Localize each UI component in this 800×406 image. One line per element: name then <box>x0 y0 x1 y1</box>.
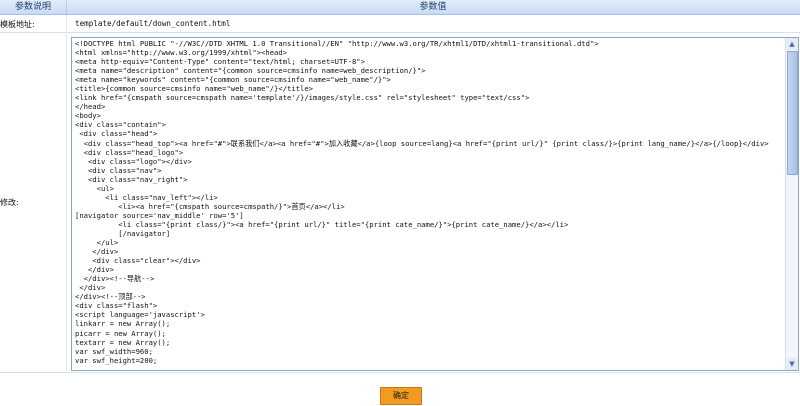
code-line: <div class="head_top"><a href="#">联系我们</… <box>75 138 769 148</box>
code-line: [navigator source='nav_middle' row='5'] <box>75 210 244 220</box>
code-line: <meta name="keywords" content="{common s… <box>75 75 391 85</box>
code-line: [/navigator] <box>75 228 171 238</box>
code-line: textarr = new Array(); <box>75 337 171 347</box>
scroll-thumb[interactable] <box>787 51 798 175</box>
header-label-column: 参数说明 <box>14 2 51 12</box>
editor-label: 修改: <box>0 198 19 207</box>
code-line: <ul> <box>75 183 114 193</box>
code-line: <div class="flash"> <box>75 301 158 311</box>
code-line: <title>{common source=cmsinfo name="web_… <box>75 84 313 94</box>
template-code-editor[interactable]: <!DOCTYPE html PUBLIC "-//W3C//DTD XHTML… <box>71 37 799 371</box>
code-line: <div class="clear"></div> <box>75 256 201 266</box>
table-header: 参数说明 参数值 <box>0 0 800 15</box>
code-line: var swf_height=200; <box>75 355 158 365</box>
code-line: <li><a href="{cmspath source=cmspath/}">… <box>75 201 345 211</box>
code-line: var swf_width=960; <box>75 346 153 356</box>
scroll-down-icon[interactable]: ▼ <box>786 358 798 370</box>
code-line: <div class="head_logo"> <box>75 147 184 157</box>
code-line: <!DOCTYPE html PUBLIC "-//W3C//DTD XHTML… <box>75 39 599 48</box>
code-line: <div class="nav_right"> <box>75 174 188 184</box>
code-line: </head> <box>75 102 106 112</box>
code-line: <div class="nav"> <box>75 165 162 175</box>
code-line: <html xmlns="http://www.w3.org/1999/xhtm… <box>75 48 288 58</box>
code-line: <script language='javascript'> <box>75 310 205 320</box>
code-line: </div> <box>75 283 106 293</box>
header-value-column: 参数值 <box>419 2 447 12</box>
code-line: </ul> <box>75 238 119 248</box>
code-line: <div class="head"> <box>75 129 158 139</box>
code-line: </div> <box>75 247 119 257</box>
code-line: <div class="contain"> <box>75 120 166 130</box>
code-content[interactable]: <!DOCTYPE html PUBLIC "-//W3C//DTD XHTML… <box>75 39 781 369</box>
row-divider-bottom <box>0 372 800 373</box>
vertical-scrollbar[interactable]: ▲ ▼ <box>785 38 798 370</box>
code-line: <li class="{print class/}"><a href="{pri… <box>75 219 569 229</box>
code-line: <div class="logo"></div> <box>75 156 192 166</box>
code-line: </div><!--顶部--> <box>75 292 146 302</box>
template-path-value: template/default/down_content.html <box>75 19 231 28</box>
row-divider <box>0 32 800 33</box>
code-line: <body> <box>75 111 101 121</box>
code-line: </div><!--导航--> <box>75 274 155 284</box>
code-line: </div> <box>75 265 114 275</box>
code-line: picarr = new Array(); <box>75 328 166 338</box>
code-line: <meta name="description" content="{commo… <box>75 66 426 76</box>
code-line: <link href="{cmspath source=cmspath name… <box>75 93 530 103</box>
code-line: <meta http-equiv="Content-Type" content=… <box>75 57 365 67</box>
scroll-up-icon[interactable]: ▲ <box>786 38 798 50</box>
template-path-label: 模板地址: <box>0 20 35 29</box>
column-divider <box>66 15 67 371</box>
code-line: linkarr = new Array(); <box>75 319 171 329</box>
code-line: <li class="nav_left"></li> <box>75 192 218 202</box>
confirm-button[interactable]: 确定 <box>380 387 422 405</box>
